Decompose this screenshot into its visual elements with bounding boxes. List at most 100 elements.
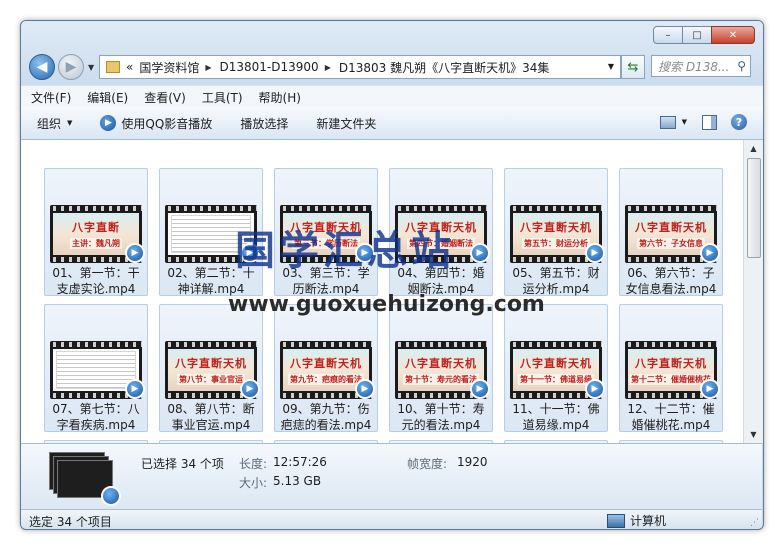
search-icon[interactable]: ⚲ bbox=[737, 59, 746, 73]
minimize-button[interactable]: – bbox=[653, 26, 683, 44]
details-pane: 已选择 34 个项 长度: 12:57:26 大小: 5.13 GB 帧宽度: … bbox=[21, 443, 762, 510]
thumbnail-subtitle: 第九节：疤痕的看法 bbox=[288, 374, 364, 385]
organize-label: 组织 bbox=[37, 116, 62, 131]
status-location: 计算机 bbox=[607, 512, 666, 529]
qq-player-icon bbox=[101, 486, 121, 506]
vertical-scrollbar[interactable]: ▲ ▼ bbox=[743, 140, 763, 443]
breadcrumb-item[interactable]: 国学资料馆 bbox=[139, 59, 199, 76]
file-tile[interactable]: 八字直断天机 第八节：事业官运 ▶ 08、第八节：断事业官运.mp4 bbox=[159, 304, 263, 432]
selection-thumbnail bbox=[49, 452, 121, 506]
views-icon bbox=[659, 115, 676, 129]
watermark-cn: 国学汇总站 bbox=[235, 228, 455, 274]
qq-player-icon: ▶ bbox=[470, 379, 490, 399]
new-folder-button[interactable]: 新建文件夹 bbox=[316, 115, 376, 132]
file-tile[interactable]: 八字直断天机 第十一节：佛道易缘 ▶ 11、十一节：佛道易缘.mp4 bbox=[504, 304, 608, 432]
change-view-button[interactable] bbox=[659, 114, 676, 130]
toolbar-right: ▼ ? bbox=[646, 114, 747, 130]
file-name: 12、十二节：催婚催桃花.mp4 bbox=[627, 402, 715, 432]
breadcrumb-separator-icon[interactable]: ▶ bbox=[205, 63, 211, 72]
menu-edit[interactable]: 编辑(E) bbox=[87, 89, 128, 106]
file-tile[interactable]: 八字直断天机 第十节：寿元的看法 ▶ 10、第十节：寿元的看法.mp4 bbox=[389, 304, 493, 432]
computer-icon bbox=[607, 513, 625, 528]
qq-player-icon: ▶ bbox=[100, 115, 117, 131]
document-lines bbox=[56, 351, 136, 389]
file-name: 10、第十节：寿元的看法.mp4 bbox=[397, 402, 485, 432]
slideshow-button[interactable]: 播放选择 bbox=[240, 115, 288, 132]
qq-player-icon: ▶ bbox=[355, 379, 375, 399]
thumbnail-title: 八字直断天机 bbox=[635, 357, 707, 370]
length-value: 12:57:26 bbox=[273, 455, 327, 469]
breadcrumb-separator-icon[interactable]: ▶ bbox=[325, 63, 331, 72]
thumbnail-subtitle: 第十节：寿元的看法 bbox=[403, 374, 479, 385]
file-name: 11、十一节：佛道易缘.mp4 bbox=[512, 402, 600, 432]
close-button[interactable]: ✕ bbox=[711, 26, 755, 44]
resize-grip-icon[interactable]: ⋰ bbox=[750, 518, 759, 528]
help-button[interactable]: ? bbox=[731, 114, 747, 130]
window-controls: – □ ✕ bbox=[653, 26, 755, 44]
status-selection: 选定 34 个项目 bbox=[29, 515, 112, 529]
preview-pane-icon bbox=[701, 114, 717, 130]
thumbnail-title: 八字直断天机 bbox=[520, 357, 592, 370]
menu-help[interactable]: 帮助(H) bbox=[259, 89, 301, 106]
menu-tools[interactable]: 工具(T) bbox=[202, 89, 243, 106]
menu-view[interactable]: 查看(V) bbox=[144, 89, 186, 106]
forward-button[interactable]: ▶ bbox=[58, 54, 84, 80]
status-bar: 选定 34 个项目 计算机 ⋰ bbox=[21, 509, 762, 529]
slideshow-label: 播放选择 bbox=[240, 116, 289, 131]
file-tile[interactable]: 八字直断 主讲：魏凡朔 ▶ 01、第一节：干支虚实论.mp4 bbox=[44, 168, 148, 296]
breadcrumb-item[interactable]: D13803 魏凡朔《八字直断天机》34集 bbox=[339, 59, 550, 76]
organize-button[interactable]: 组织 ▼ bbox=[37, 115, 72, 132]
menu-bar: 文件(F) 编辑(E) 查看(V) 工具(T) 帮助(H) bbox=[21, 85, 763, 108]
back-button[interactable]: ◀ bbox=[29, 54, 55, 80]
menu-file[interactable]: 文件(F) bbox=[31, 89, 71, 106]
scroll-down-icon[interactable]: ▼ bbox=[744, 426, 763, 443]
thumbnail-title: 八字直断天机 bbox=[520, 221, 592, 234]
qq-player-icon: ▶ bbox=[240, 379, 260, 399]
file-tile[interactable]: 八字直断天机 第九节：疤痕的看法 ▶ 09、第九节：伤疤痣的看法.mp4 bbox=[274, 304, 378, 432]
thumbnail-title: 八字直断天机 bbox=[290, 357, 362, 370]
qq-player-icon: ▶ bbox=[700, 379, 720, 399]
command-bar: 组织 ▼ ▶ 使用QQ影音播放 播放选择 新建文件夹 ▼ ? bbox=[21, 107, 763, 140]
status-location-label: 计算机 bbox=[630, 514, 667, 528]
new-folder-label: 新建文件夹 bbox=[316, 116, 377, 131]
file-tile[interactable]: 八字直断天机 第五节：财运分析 ▶ 05、第五节：财运分析.mp4 bbox=[504, 168, 608, 296]
thumbnail-subtitle: 主讲：魏凡朔 bbox=[70, 238, 122, 249]
breadcrumb-item[interactable]: D13801-D13900 bbox=[220, 60, 319, 74]
qq-player-icon: ▶ bbox=[125, 379, 145, 399]
frame-width-value: 1920 bbox=[457, 455, 488, 469]
frame-width-key: 帧宽度: bbox=[407, 457, 448, 471]
qq-play-button[interactable]: ▶ 使用QQ影音播放 bbox=[100, 115, 212, 132]
breadcrumb-overflow[interactable]: « bbox=[126, 60, 133, 74]
chevron-down-icon: ▼ bbox=[67, 119, 73, 127]
refresh-button[interactable]: ⇆ bbox=[621, 55, 645, 79]
recent-pages-dropdown[interactable]: ▼ bbox=[88, 63, 94, 72]
help-icon: ? bbox=[735, 115, 743, 129]
file-tile[interactable]: 八字直断天机 第十二节：催婚催桃花 ▶ 12、十二节：催婚催桃花.mp4 bbox=[619, 304, 723, 432]
thumbnail-title: 八字直断天机 bbox=[405, 357, 477, 370]
maximize-button[interactable]: □ bbox=[682, 26, 712, 44]
arrow-right-icon: ▶ bbox=[65, 59, 77, 75]
navigation-buttons: ◀ ▶ ▼ bbox=[29, 54, 94, 80]
qq-player-icon: ▶ bbox=[585, 379, 605, 399]
address-bar[interactable]: « 国学资料馆 ▶ D13801-D13900 ▶ D13803 魏凡朔《八字直… bbox=[99, 55, 621, 79]
search-input[interactable]: 搜索 D138... ⚲ bbox=[651, 55, 751, 77]
thumbnail-title: 八字直断天机 bbox=[175, 357, 247, 370]
qq-player-icon: ▶ bbox=[470, 243, 490, 263]
arrow-left-icon: ◀ bbox=[36, 59, 48, 75]
qq-player-icon: ▶ bbox=[700, 243, 720, 263]
file-tile[interactable]: 八字直断天机 第六节：子女信息 ▶ 06、第六节：子女信息看法.mp4 bbox=[619, 168, 723, 296]
selection-count: 已选择 34 个项 bbox=[141, 457, 224, 471]
views-dropdown-icon[interactable]: ▼ bbox=[682, 118, 687, 126]
file-name: 01、第一节：干支虚实论.mp4 bbox=[52, 266, 140, 296]
file-name: 08、第八节：断事业官运.mp4 bbox=[167, 402, 255, 432]
thumbnail-subtitle: 第五节：财运分析 bbox=[522, 238, 590, 249]
preview-pane-button[interactable] bbox=[701, 114, 717, 130]
file-tile[interactable]: ▶ 07、第七节：八字看疾病.mp4 bbox=[44, 304, 148, 432]
address-dropdown-icon[interactable]: ▼ bbox=[608, 62, 614, 71]
scrollbar-thumb[interactable] bbox=[747, 158, 761, 258]
thumbnail-title: 八字直断 bbox=[72, 221, 120, 234]
scroll-up-icon[interactable]: ▲ bbox=[744, 140, 763, 157]
size-key: 大小: bbox=[239, 476, 268, 490]
thumbnail-subtitle: 第十一节：佛道易缘 bbox=[518, 374, 594, 385]
watermark-url: www.guoxuehuizong.com bbox=[228, 292, 545, 317]
